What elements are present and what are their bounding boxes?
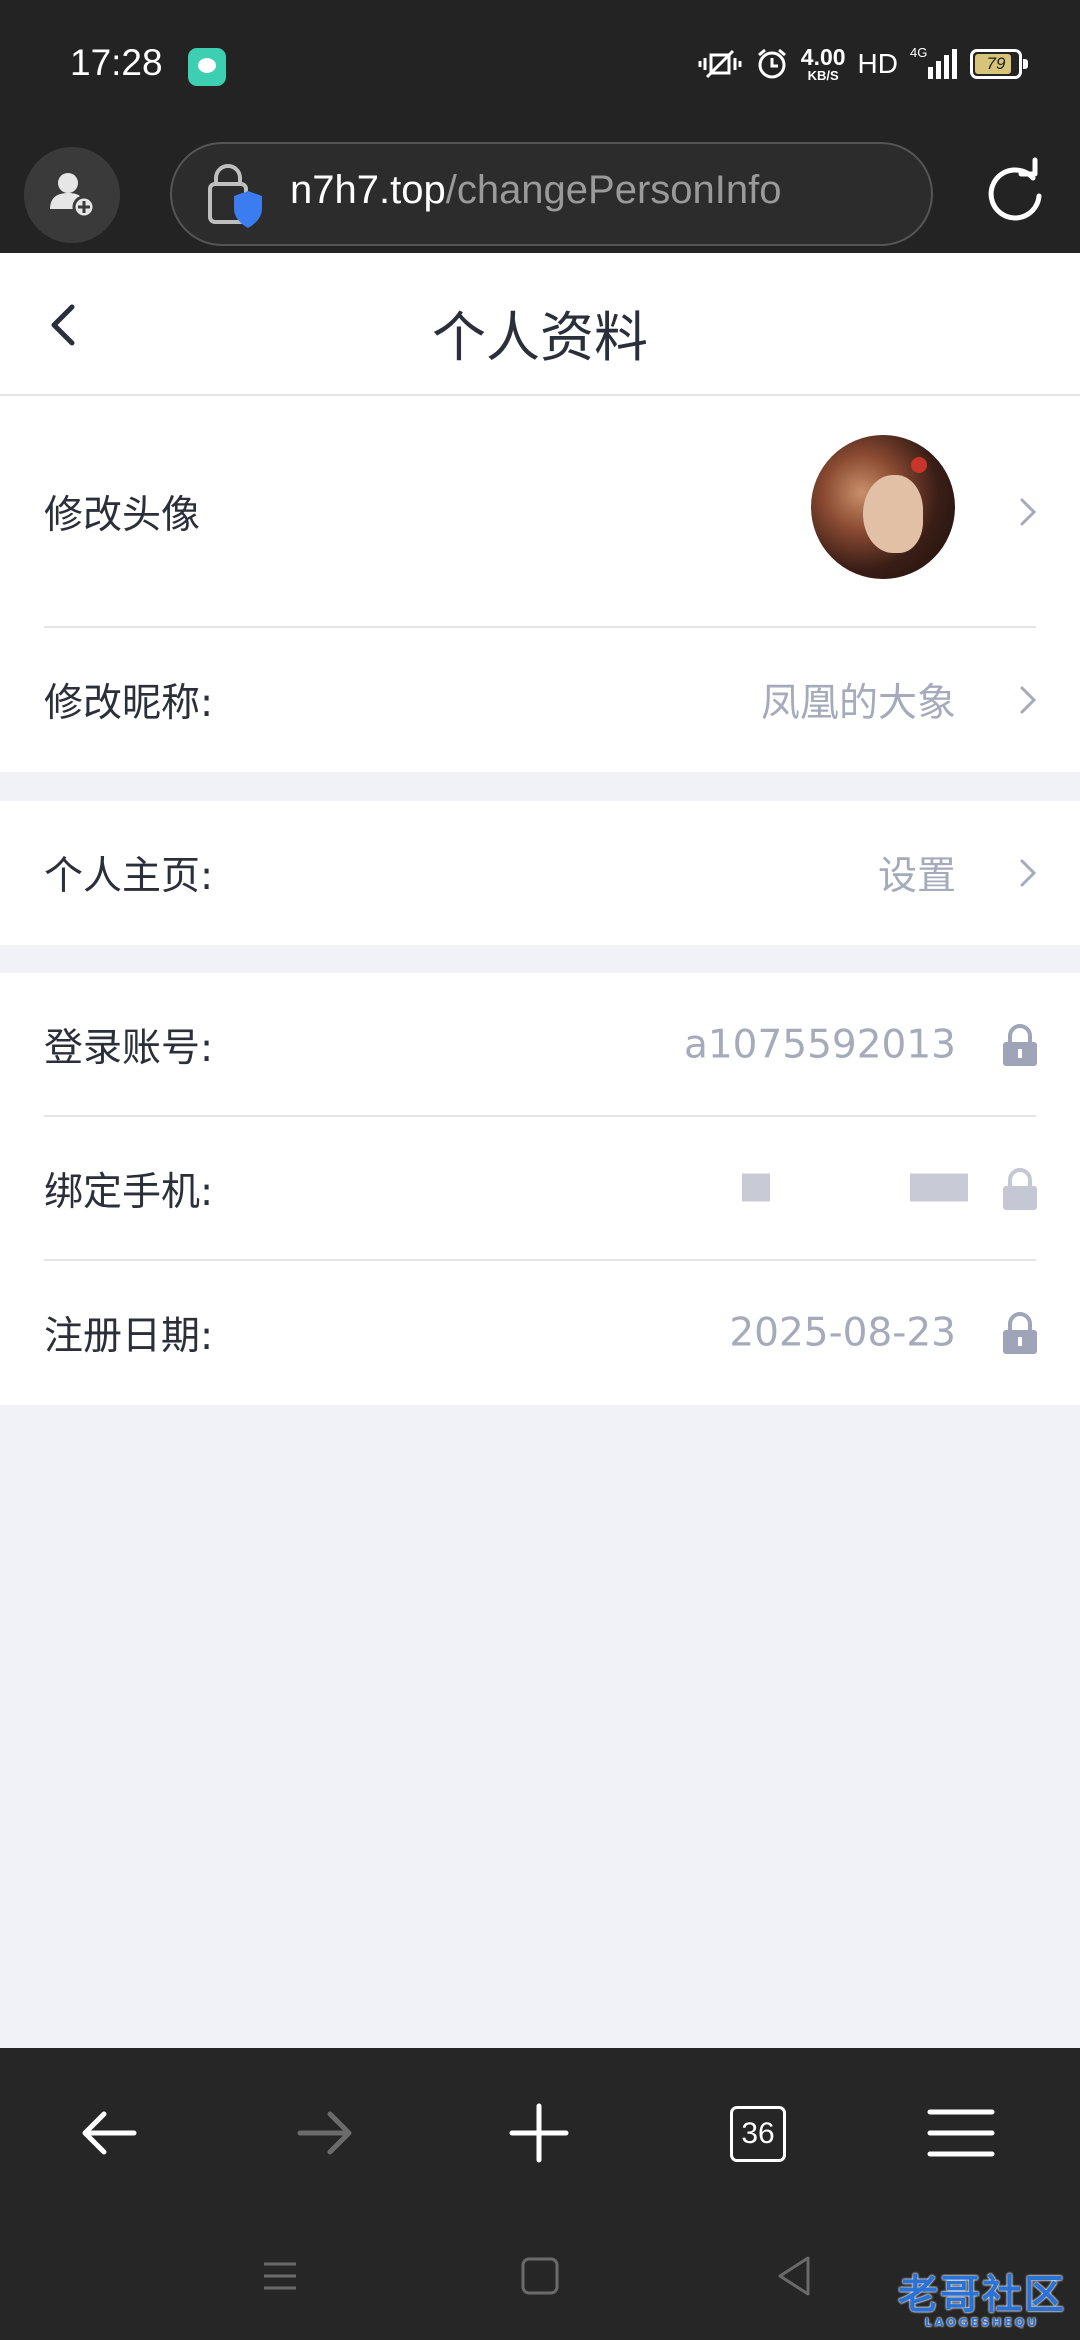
register-date-row: 注册日期: 2025-08-23	[0, 1261, 1080, 1405]
recent-apps-icon[interactable]	[258, 2254, 302, 2298]
phone-value-redacted	[742, 1167, 968, 1212]
network-speed: 4.00 KB/S	[800, 44, 846, 83]
chevron-right-icon	[1020, 686, 1037, 714]
login-account-label: 登录账号:	[44, 1026, 214, 1071]
arrow-left-icon	[82, 2111, 137, 2155]
change-avatar-row[interactable]: 修改头像	[0, 396, 1080, 628]
reload-icon	[988, 157, 1042, 221]
lock-icon	[1003, 1168, 1037, 1210]
network-speed-value: 4.00	[800, 44, 846, 70]
user-add-icon	[50, 173, 96, 219]
lock-icon	[1003, 1312, 1037, 1354]
account-value: a1075592013	[683, 1022, 956, 1068]
hd-label: HD	[857, 48, 898, 79]
tab-switcher-button[interactable]: 36	[726, 2088, 816, 2178]
homepage-value: 设置	[877, 854, 956, 899]
status-bar: 17:28 4.00 KB/S HD 4G 79	[0, 0, 1080, 130]
chevron-right-icon	[1020, 859, 1037, 887]
browser-forward-button[interactable]	[280, 2088, 370, 2178]
avatar	[811, 435, 955, 579]
change-nickname-label: 修改昵称:	[44, 681, 214, 726]
login-account-row: 登录账号: a1075592013	[0, 973, 1080, 1117]
profile-basic-section: 修改头像 修改昵称: 凤凰的大象	[0, 396, 1080, 772]
browser-address-bar: n7h7.top/changePersonInfo	[0, 130, 1080, 253]
url-text: n7h7.top/changePersonInfo	[290, 162, 782, 218]
register-date-label: 注册日期:	[44, 1314, 214, 1359]
arrow-right-icon	[297, 2111, 352, 2155]
new-tab-button[interactable]	[494, 2088, 584, 2178]
register-date-value: 2025-08-23	[729, 1310, 956, 1356]
status-icons: 4.00 KB/S HD 4G 79	[697, 44, 1028, 84]
battery-level: 79	[986, 54, 1006, 73]
network-speed-unit: KB/S	[807, 68, 839, 83]
browser-bottom-nav: 36	[0, 2048, 1080, 2210]
page-title: 个人资料	[432, 306, 648, 369]
alarm-icon	[757, 48, 786, 79]
account-section: 登录账号: a1075592013 绑定手机: 注册日期: 2025-08-23	[0, 973, 1080, 1405]
profile-button[interactable]	[24, 147, 120, 243]
battery-icon: 79	[970, 49, 1028, 79]
plus-icon	[509, 2103, 569, 2163]
tab-count: 36	[730, 2106, 786, 2162]
status-time: 17:28	[70, 42, 163, 83]
nickname-value: 凤凰的大象	[760, 681, 956, 726]
url-host: n7h7.top	[290, 168, 446, 212]
menu-button[interactable]	[916, 2088, 1006, 2178]
home-icon[interactable]	[518, 2254, 562, 2298]
url-bar[interactable]: n7h7.top/changePersonInfo	[170, 142, 933, 246]
homepage-section: 个人主页: 设置	[0, 801, 1080, 945]
bound-phone-row: 绑定手机:	[0, 1117, 1080, 1261]
app-notification-icon	[188, 48, 226, 86]
hamburger-icon	[927, 2109, 995, 2157]
bound-phone-label: 绑定手机:	[44, 1170, 214, 1215]
page-header: 个人资料	[0, 253, 1080, 396]
change-avatar-label: 修改头像	[44, 493, 201, 538]
personal-homepage-label: 个人主页:	[44, 854, 214, 899]
watermark: 老哥社区 LAOGESHEQU	[898, 2262, 1066, 2329]
watermark-text: 老哥社区	[898, 2272, 1066, 2318]
chevron-right-icon	[1020, 498, 1037, 526]
system-nav-bar: 老哥社区 LAOGESHEQU	[0, 2210, 1080, 2340]
signal-icon: 4G	[910, 45, 958, 81]
secure-lock-icon	[208, 164, 262, 228]
system-back-icon[interactable]	[772, 2252, 816, 2300]
personal-homepage-row[interactable]: 个人主页: 设置	[0, 801, 1080, 945]
browser-back-button[interactable]	[64, 2088, 154, 2178]
vibrate-icon	[698, 49, 742, 79]
reload-button[interactable]	[975, 142, 1055, 242]
change-nickname-row[interactable]: 修改昵称: 凤凰的大象	[0, 628, 1080, 772]
url-path: /changePersonInfo	[445, 168, 782, 212]
lock-icon	[1003, 1024, 1037, 1066]
